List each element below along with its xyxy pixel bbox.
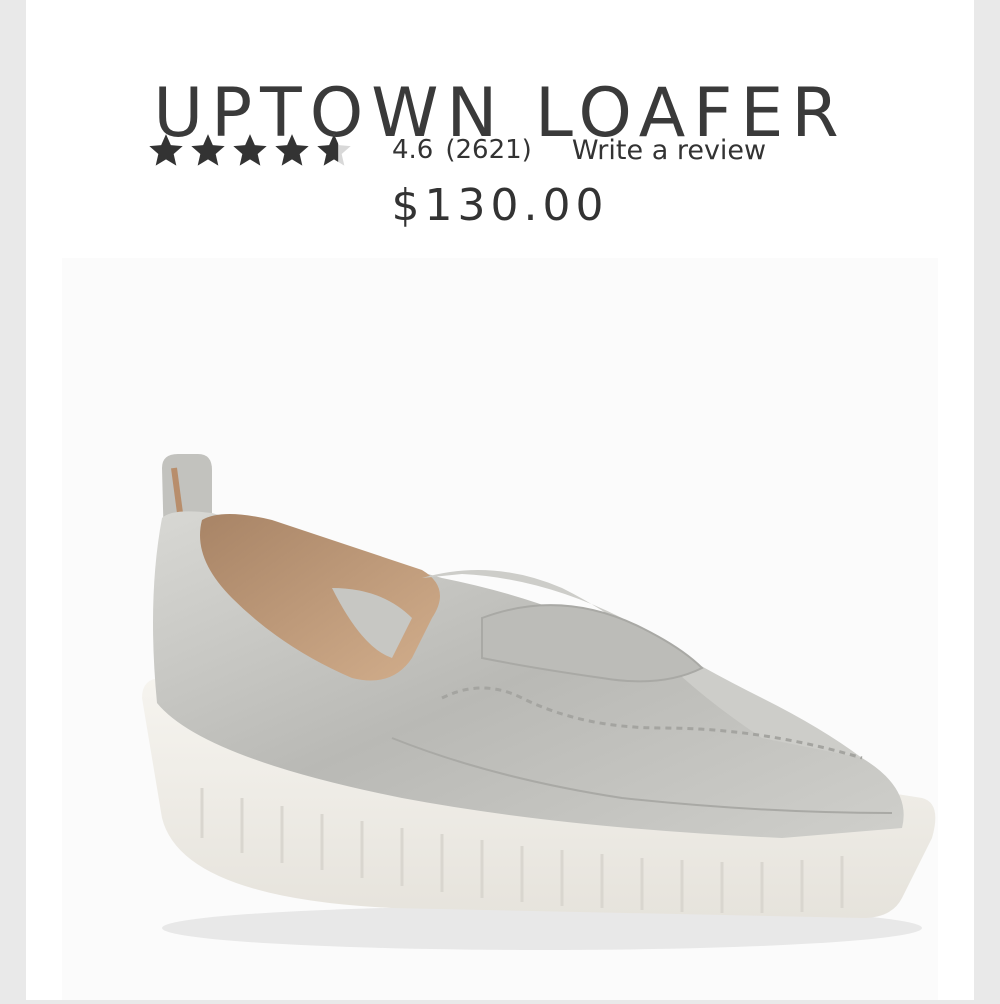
silver-loafer-shoe-icon bbox=[142, 454, 936, 950]
product-image[interactable] bbox=[62, 258, 938, 1000]
product-page: UPTOWN LOAFER 4.6 (2621) Write a review … bbox=[26, 0, 974, 1000]
rating-value: 4.6 bbox=[392, 135, 434, 165]
star-icon bbox=[230, 130, 270, 170]
partial-star-icon bbox=[314, 130, 354, 170]
star-icon bbox=[188, 130, 228, 170]
star-icon bbox=[272, 130, 312, 170]
product-price: $130.00 bbox=[391, 180, 609, 231]
rating-row: 4.6 (2621) Write a review bbox=[146, 126, 766, 174]
star-icon bbox=[146, 130, 186, 170]
review-count[interactable]: (2621) bbox=[445, 135, 531, 165]
write-review-link[interactable]: Write a review bbox=[572, 135, 766, 166]
star-rating[interactable] bbox=[146, 130, 354, 170]
